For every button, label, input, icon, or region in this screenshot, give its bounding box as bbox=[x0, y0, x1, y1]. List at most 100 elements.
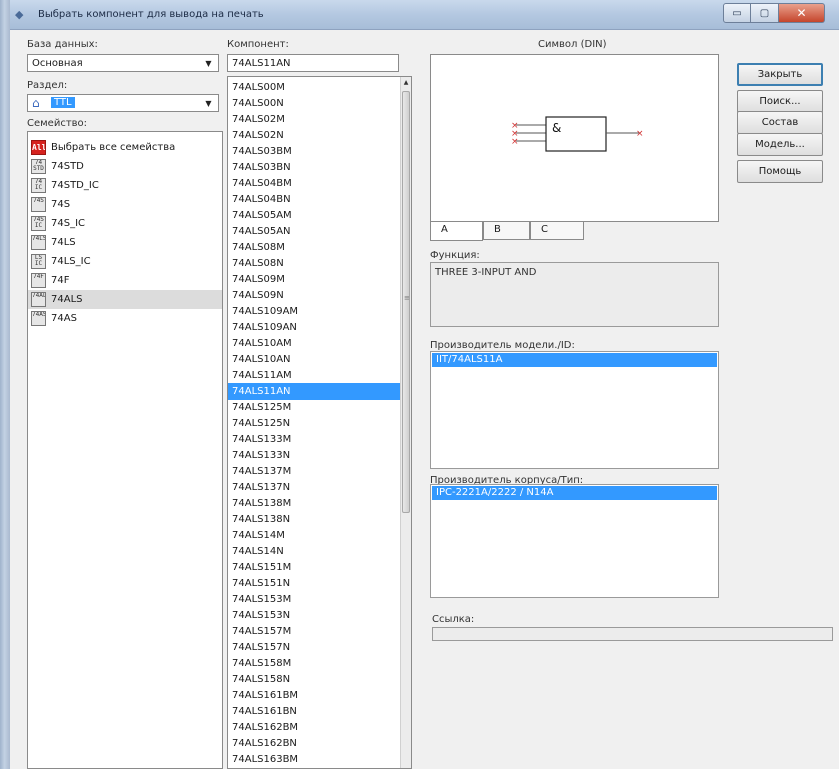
component-item[interactable]: 74ALS125N bbox=[228, 415, 403, 432]
component-item[interactable]: 74ALS158M bbox=[228, 655, 403, 672]
component-item[interactable]: 74ALS133M bbox=[228, 431, 403, 448]
component-item[interactable]: 74ALS05AM bbox=[228, 207, 403, 224]
scroll-thumb[interactable]: ≡ bbox=[402, 91, 410, 513]
window-controls: ▭ ▢ ✕ bbox=[723, 3, 825, 23]
component-item[interactable]: 74ALS00M bbox=[228, 79, 403, 96]
component-item[interactable]: 74ALS161BN bbox=[228, 703, 403, 720]
component-item-selected[interactable]: 74ALS11AN bbox=[228, 383, 403, 400]
component-item[interactable]: 74ALS03BM bbox=[228, 143, 403, 160]
minimize-button[interactable]: ▭ bbox=[723, 3, 751, 23]
package-maker-selected[interactable]: IPC-2221A/2222 / N14A bbox=[432, 486, 717, 500]
family-item-label: 74AS bbox=[51, 313, 77, 324]
close-window-button[interactable]: ✕ bbox=[779, 3, 825, 23]
component-item[interactable]: 74ALS137M bbox=[228, 463, 403, 480]
component-item[interactable]: 74ALS08M bbox=[228, 239, 403, 256]
family-item-label: 74F bbox=[51, 275, 70, 286]
component-item[interactable]: 74ALS151M bbox=[228, 559, 403, 576]
component-input[interactable]: 74ALS11AN bbox=[227, 54, 399, 72]
family-item[interactable]: 74AS 74AS bbox=[28, 309, 222, 328]
family-item-label: 74S bbox=[51, 199, 71, 210]
chip-icon: LS IC bbox=[31, 254, 46, 269]
help-button[interactable]: Помощь bbox=[737, 160, 823, 183]
component-item[interactable]: 74ALS04BN bbox=[228, 191, 403, 208]
component-list[interactable]: 74ALS00M 74ALS00N 74ALS02M 74ALS02N 74ALS03B… bbox=[227, 76, 412, 769]
component-item[interactable]: 74ALS09M bbox=[228, 271, 403, 288]
component-item[interactable]: 74ALS10AN bbox=[228, 351, 403, 368]
family-label: Семейство: bbox=[27, 118, 88, 129]
composition-button[interactable]: Состав bbox=[737, 111, 823, 134]
package-maker-list[interactable]: IPC-2221A/2222 / N14A bbox=[430, 484, 719, 598]
family-item[interactable]: LS IC 74LS_IC bbox=[28, 252, 222, 271]
maximize-button[interactable]: ▢ bbox=[751, 3, 779, 23]
component-item[interactable]: 74ALS00N bbox=[228, 95, 403, 112]
window-title: Выбрать компонент для вывода на печать bbox=[38, 9, 264, 20]
family-item[interactable]: 74F 74F bbox=[28, 271, 222, 290]
family-list[interactable]: All Выбрать все семейства 74 STD 74STD 7… bbox=[27, 131, 223, 769]
close-button[interactable]: Закрыть bbox=[737, 63, 823, 86]
component-item[interactable]: 74ALS151N bbox=[228, 575, 403, 592]
chevron-down-icon[interactable]: ▼ bbox=[200, 96, 217, 110]
model-maker-selected[interactable]: IIT/74ALS11A bbox=[432, 353, 717, 367]
component-item[interactable]: 74ALS09N bbox=[228, 287, 403, 304]
model-maker-list[interactable]: IIT/74ALS11A bbox=[430, 351, 719, 469]
tab-c[interactable]: C bbox=[530, 222, 584, 240]
component-item[interactable]: 74ALS109AN bbox=[228, 319, 403, 336]
component-item[interactable]: 74ALS161BM bbox=[228, 687, 403, 704]
component-item[interactable]: 74ALS03BN bbox=[228, 159, 403, 176]
component-item[interactable]: 74ALS157N bbox=[228, 639, 403, 656]
family-item[interactable]: 74S IC 74S_IC bbox=[28, 214, 222, 233]
component-item[interactable]: 74ALS133N bbox=[228, 447, 403, 464]
component-item[interactable]: 74ALS08N bbox=[228, 255, 403, 272]
component-item[interactable]: 74ALS162BN bbox=[228, 735, 403, 752]
family-item-label: 74STD_IC bbox=[51, 180, 99, 191]
family-item-label: 74STD bbox=[51, 161, 84, 172]
tab-b[interactable]: B bbox=[483, 222, 530, 240]
function-value: THREE 3-INPUT AND bbox=[435, 267, 537, 278]
chevron-down-icon[interactable]: ▼ bbox=[200, 56, 217, 70]
component-item[interactable]: 74ALS158N bbox=[228, 671, 403, 688]
chip-icon: 74F bbox=[31, 273, 46, 288]
component-scrollbar[interactable]: ▲ ≡ bbox=[400, 77, 411, 768]
chip-icon: 74ALS bbox=[31, 292, 46, 307]
component-item[interactable]: 74ALS10AM bbox=[228, 335, 403, 352]
family-item[interactable]: All Выбрать все семейства bbox=[28, 138, 222, 157]
model-button[interactable]: Модель... bbox=[737, 133, 823, 156]
family-item-selected[interactable]: 74ALS 74ALS bbox=[28, 290, 222, 309]
ttl-family-icon: ⌂ bbox=[32, 96, 40, 110]
family-item[interactable]: 74LS 74LS bbox=[28, 233, 222, 252]
component-item[interactable]: 74ALS163BM bbox=[228, 751, 403, 768]
component-item[interactable]: 74ALS153N bbox=[228, 607, 403, 624]
scroll-up-icon[interactable]: ▲ bbox=[401, 77, 411, 89]
title-bar: ◆ Выбрать компонент для вывода на печать… bbox=[0, 0, 839, 30]
search-button[interactable]: Поиск... bbox=[737, 90, 823, 113]
component-item[interactable]: 74ALS14N bbox=[228, 543, 403, 560]
component-item[interactable]: 74ALS05AN bbox=[228, 223, 403, 240]
section-select[interactable]: ⌂ TTL ▼ bbox=[27, 94, 219, 112]
section-label: Раздел: bbox=[27, 80, 68, 91]
component-item[interactable]: 74ALS14M bbox=[228, 527, 403, 544]
chip-icon: 74LS bbox=[31, 235, 46, 250]
component-item[interactable]: 74ALS125M bbox=[228, 399, 403, 416]
component-item[interactable]: 74ALS162BM bbox=[228, 719, 403, 736]
component-item[interactable]: 74ALS109AM bbox=[228, 303, 403, 320]
component-item[interactable]: 74ALS02M bbox=[228, 111, 403, 128]
component-item[interactable]: 74ALS11AM bbox=[228, 367, 403, 384]
family-item-label: Выбрать все семейства bbox=[51, 142, 176, 153]
database-label: База данных: bbox=[27, 39, 98, 50]
component-item[interactable]: 74ALS138M bbox=[228, 495, 403, 512]
component-item[interactable]: 74ALS157M bbox=[228, 623, 403, 640]
component-item[interactable]: 74ALS04BM bbox=[228, 175, 403, 192]
component-item[interactable]: 74ALS137N bbox=[228, 479, 403, 496]
family-item[interactable]: 74S 74S bbox=[28, 195, 222, 214]
component-item[interactable]: 74ALS153M bbox=[228, 591, 403, 608]
tab-a[interactable]: A bbox=[430, 222, 483, 241]
component-item[interactable]: 74ALS138N bbox=[228, 511, 403, 528]
component-input-value: 74ALS11AN bbox=[232, 58, 291, 69]
function-label: Функция: bbox=[430, 250, 480, 261]
component-item[interactable]: 74ALS02N bbox=[228, 127, 403, 144]
database-select[interactable]: Основная ▼ bbox=[27, 54, 219, 72]
chip-icon: 74S bbox=[31, 197, 46, 212]
family-item[interactable]: 74 IC 74STD_IC bbox=[28, 176, 222, 195]
family-item[interactable]: 74 STD 74STD bbox=[28, 157, 222, 176]
function-field: THREE 3-INPUT AND bbox=[430, 262, 719, 327]
